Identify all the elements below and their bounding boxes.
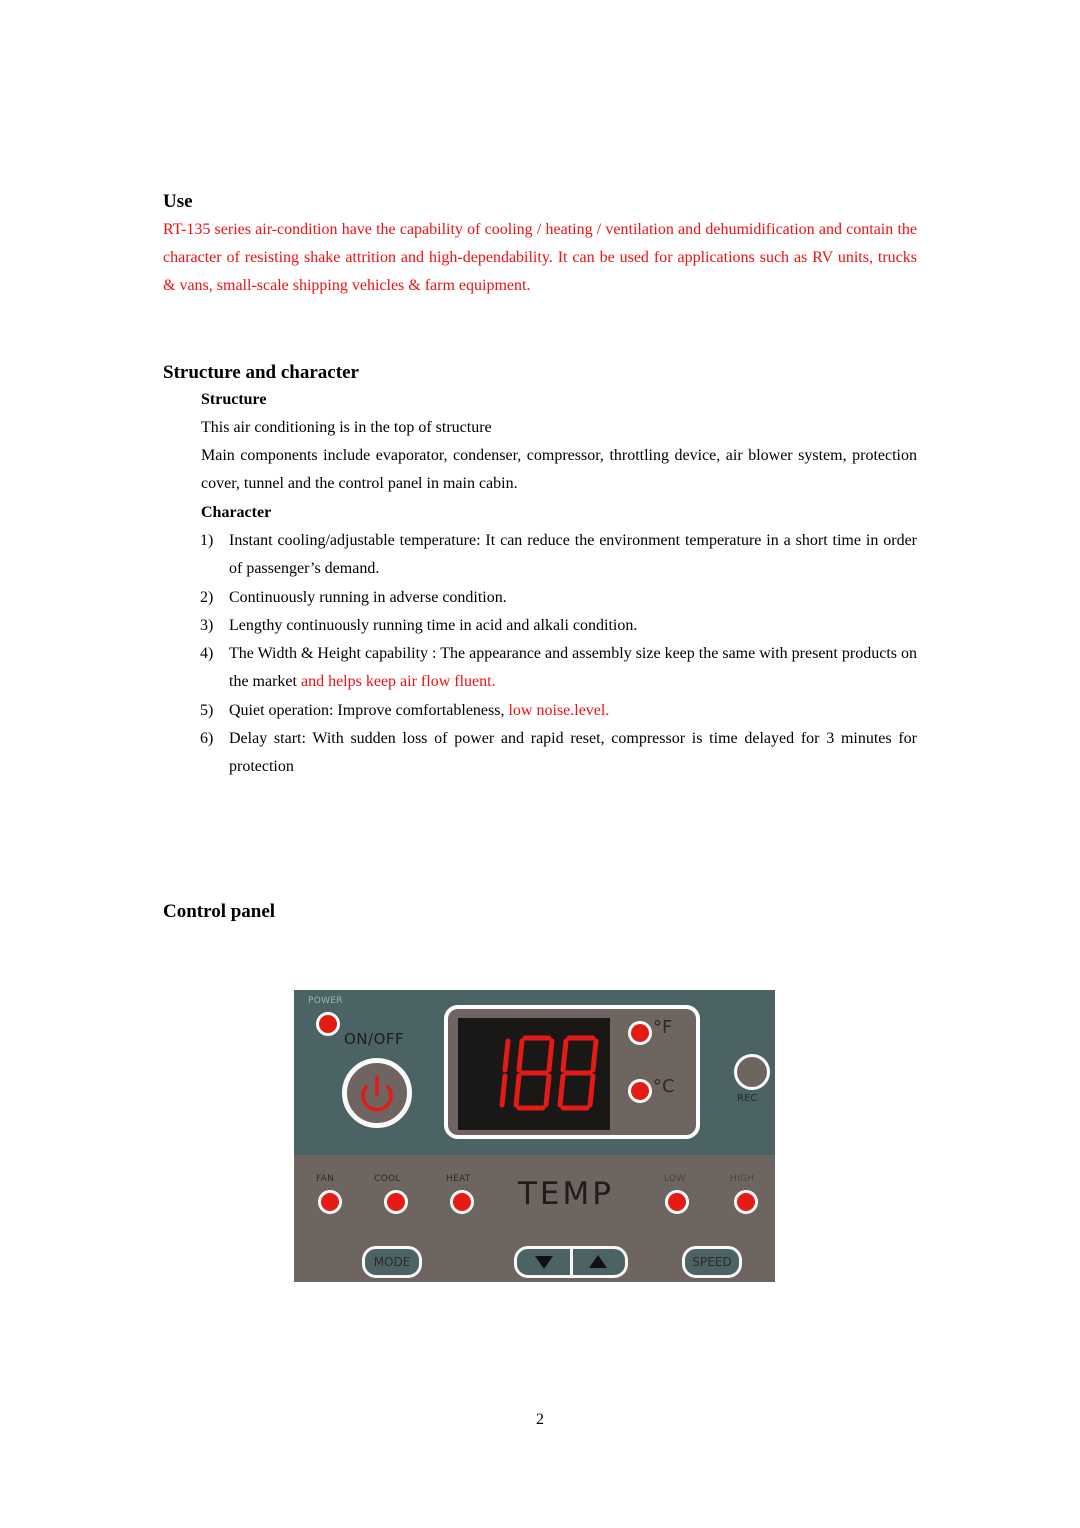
character-subheading: Character [201,504,272,521]
celsius-led [628,1079,652,1103]
character-item-body: Quiet operation: Improve comfortableness… [229,702,509,719]
rec-button[interactable] [734,1054,770,1090]
character-item-number: 4) [200,645,214,662]
structure-line-2: Main components include evaporator, cond… [201,447,917,492]
character-item-highlight: and helps keep air flow fluent. [300,673,496,690]
power-button[interactable] [342,1058,412,1128]
cool-led [384,1190,408,1214]
heat-led [450,1190,474,1214]
character-item: 3) Lengthy continuously running time in … [200,612,917,640]
power-label: POWER [308,996,343,1006]
speed-button[interactable]: SPEED [682,1246,742,1278]
display-segment-b [502,1038,511,1073]
character-item-highlight: low noise.level. [508,702,610,719]
display-segment-b [590,1038,599,1073]
display-segment-e [513,1073,522,1108]
character-item-text: Instant cooling/adjustable temperature: … [200,527,917,583]
character-item-number: 2) [200,589,214,606]
character-item-number: 5) [200,702,214,719]
arrow-divider [570,1249,573,1275]
structure-character-heading: Structure and character [163,362,359,383]
character-item-body: Lengthy continuously running time in aci… [229,617,638,634]
display-segment-c [543,1073,552,1108]
celsius-label: °C [653,1076,675,1097]
low-speed-led [665,1190,689,1214]
character-item-text: Quiet operation: Improve comfortableness… [200,697,917,725]
high-speed-label: HIGH [730,1174,755,1184]
control-panel-image: POWER ON/OFF °F °C REC FAN COOL HEAT TEM… [294,990,775,1282]
use-heading: Use [163,191,193,212]
display-segment-c [499,1073,508,1108]
character-item: 6) Delay start: With sudden loss of powe… [200,725,917,781]
seven-segment-readout [499,1035,599,1111]
character-item-number: 1) [200,532,214,549]
display-segment-b [546,1038,555,1073]
temperature-display-frame: °F °C [444,1005,700,1139]
page-number: 2 [536,1411,544,1428]
character-item: 1) Instant cooling/adjustable temperatur… [200,527,917,583]
high-speed-led [734,1190,758,1214]
display-segment-c [587,1073,596,1108]
onoff-label: ON/OFF [344,1030,405,1048]
character-item: 5) Quiet operation: Improve comfortablen… [200,697,917,725]
character-item-body: Delay start: With sudden loss of power a… [229,730,917,775]
power-icon [361,1075,393,1112]
character-item: 2) Continuously running in adverse condi… [200,584,917,612]
character-item-body: Continuously running in adverse conditio… [229,589,507,606]
character-item-text: Delay start: With sudden loss of power a… [200,725,917,781]
temp-down-button[interactable] [535,1256,553,1269]
display-segment-f [516,1038,525,1073]
temperature-adjust-buttons [514,1246,628,1278]
fan-label: FAN [316,1174,335,1184]
fan-led [318,1190,342,1214]
rec-label: REC [737,1093,758,1104]
character-item-body: Instant cooling/adjustable temperature: … [229,532,917,577]
temp-up-button[interactable] [589,1255,607,1268]
temperature-display [458,1018,610,1130]
structure-line-1: This air conditioning is in the top of s… [201,419,492,436]
display-segment-f [560,1038,569,1073]
mode-button[interactable]: MODE [362,1246,422,1278]
character-item-text: The Width & Height capability : The appe… [200,640,917,696]
character-item-number: 3) [200,617,214,634]
structure-subheading: Structure [201,391,267,408]
character-item-number: 6) [200,730,214,747]
character-item-text: Continuously running in adverse conditio… [200,584,917,612]
heat-label: HEAT [446,1174,471,1184]
fahrenheit-label: °F [653,1017,673,1038]
low-speed-label: LOW [664,1174,686,1184]
fahrenheit-led [628,1021,652,1045]
control-panel-heading: Control panel [163,901,276,922]
temp-label: TEMP [518,1176,614,1212]
power-indicator-led [316,1012,340,1036]
use-paragraph: RT-135 series air-condition have the cap… [163,221,917,294]
character-item: 4) The Width & Height capability : The a… [200,640,917,696]
character-item-text: Lengthy continuously running time in aci… [200,612,917,640]
cool-label: COOL [374,1174,401,1184]
display-segment-e [557,1073,566,1108]
